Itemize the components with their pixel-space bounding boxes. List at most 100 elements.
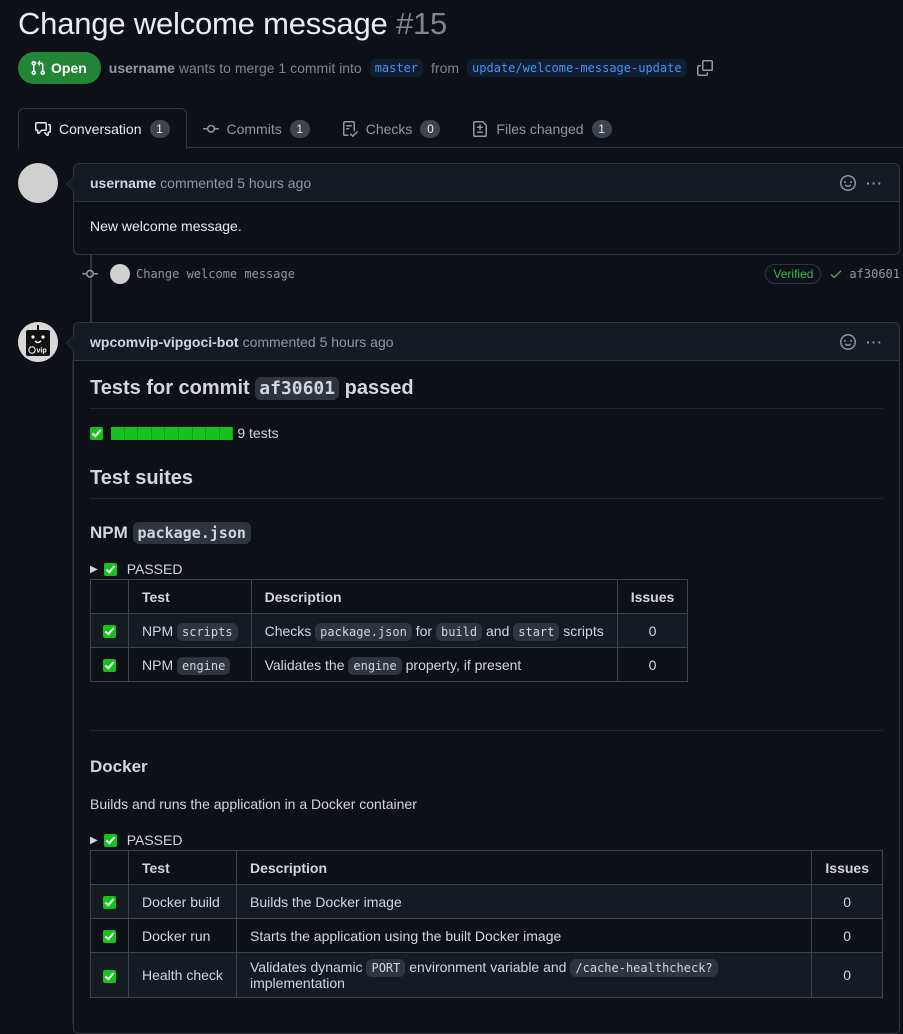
column-header: Issues bbox=[616, 579, 689, 614]
pr-number: #15 bbox=[395, 6, 448, 41]
description-cell: Validates the engine property, if presen… bbox=[250, 647, 618, 682]
progress-segment bbox=[206, 426, 220, 440]
kebab-horizontal-icon[interactable]: ··· bbox=[866, 175, 883, 191]
divider bbox=[90, 730, 883, 731]
column-header: Test bbox=[128, 579, 252, 614]
test-name-cell: NPM scripts bbox=[128, 613, 252, 648]
column-header bbox=[90, 850, 129, 885]
bot-avatar[interactable]: vip bbox=[18, 322, 58, 362]
check-mark-icon bbox=[90, 426, 103, 440]
test-name-cell: Docker build bbox=[128, 884, 237, 919]
column-header: Issues bbox=[811, 850, 883, 885]
git-commit-icon bbox=[202, 124, 219, 133]
suite-title-code: package.json bbox=[132, 522, 251, 544]
comment-body: New welcome message. bbox=[90, 218, 242, 234]
inline-code: engine bbox=[348, 656, 402, 675]
comment-meta[interactable]: commented 5 hours ago bbox=[243, 334, 394, 350]
pr-state-badge: Open bbox=[18, 52, 101, 84]
progress-label: 9 tests bbox=[237, 425, 279, 441]
smiley-icon[interactable] bbox=[840, 174, 856, 191]
copy-icon[interactable] bbox=[696, 60, 713, 76]
pr-author-link[interactable]: username bbox=[109, 60, 175, 76]
tab-conversation-count: 1 bbox=[149, 119, 170, 138]
progress-segment bbox=[151, 426, 166, 440]
column-header bbox=[90, 579, 129, 614]
status-cell bbox=[90, 647, 129, 682]
table-row: Health check Validates dynamic PORT envir… bbox=[90, 952, 883, 998]
git-pull-request-icon bbox=[31, 60, 46, 76]
table-row: NPM engine Validates the engine property,… bbox=[90, 647, 689, 682]
check-mark-icon bbox=[103, 930, 116, 944]
comment-author[interactable]: username bbox=[90, 175, 156, 191]
verified-badge[interactable]: Verified bbox=[765, 264, 822, 284]
tab-commits[interactable]: Commits 1 bbox=[187, 108, 326, 149]
tests-heading: Tests for commit af30601 passed bbox=[90, 377, 883, 409]
commit-message[interactable]: Change welcome message bbox=[136, 267, 295, 281]
tab-commits-label: Commits bbox=[226, 120, 282, 137]
progress-segment bbox=[165, 426, 179, 440]
heading-text: passed bbox=[344, 377, 414, 399]
column-header: Test bbox=[128, 850, 237, 885]
issues-cell: 0 bbox=[616, 613, 689, 648]
inline-code: PORT bbox=[366, 959, 406, 977]
comment-header: username commented 5 hours ago ··· bbox=[74, 164, 899, 202]
tab-files-changed[interactable]: Files changed 1 bbox=[456, 108, 627, 149]
inline-code: package.json bbox=[315, 622, 412, 641]
checklist-icon bbox=[342, 120, 358, 137]
smiley-icon[interactable] bbox=[840, 333, 856, 350]
table-header-row: Test Description Issues bbox=[90, 850, 883, 885]
inline-code: engine bbox=[177, 656, 231, 675]
tab-commits-count: 1 bbox=[289, 119, 310, 138]
suite-status-label: PASSED bbox=[126, 832, 183, 848]
check-mark-icon bbox=[103, 969, 116, 983]
commit-row: Change welcome message Verified af30601 bbox=[82, 262, 900, 286]
tab-checks-count: 0 bbox=[420, 119, 441, 138]
head-branch[interactable]: update/welcome-message-update bbox=[467, 59, 687, 77]
progress-segment bbox=[178, 426, 193, 440]
commit-avatar[interactable] bbox=[110, 264, 130, 284]
suite-status[interactable]: ▶ PASSED bbox=[90, 561, 883, 577]
suite-description: Builds and runs the application in a Doc… bbox=[90, 796, 417, 812]
description-cell: Validates dynamic PORT environment varia… bbox=[235, 952, 813, 998]
pr-meta: Open username wants to merge 1 commit in… bbox=[18, 52, 713, 84]
suite-status[interactable]: ▶ PASSED bbox=[90, 832, 883, 848]
progress-segment bbox=[138, 426, 152, 440]
table-row: Docker run Starts the application using t… bbox=[90, 918, 883, 953]
test-name-cell: Health check bbox=[128, 952, 237, 998]
table-header-row: Test Description Issues bbox=[90, 579, 689, 614]
comment-body: Tests for commit af30601 passed 9 tests … bbox=[74, 361, 899, 998]
kebab-horizontal-icon[interactable]: ··· bbox=[866, 334, 883, 350]
comment-meta[interactable]: commented 5 hours ago bbox=[160, 175, 311, 191]
column-header: Description bbox=[235, 850, 813, 885]
suite-title: Docker bbox=[90, 757, 148, 776]
tab-files-count: 1 bbox=[591, 119, 612, 138]
check-mark-icon bbox=[103, 625, 116, 639]
svg-text:vip: vip bbox=[37, 348, 47, 355]
triangle-right-icon[interactable]: ▶ bbox=[90, 835, 98, 846]
test-name-cell: Docker run bbox=[128, 918, 237, 953]
comment-discussion-icon bbox=[35, 121, 51, 136]
suite-table: Test Description Issues Docker build Builds … bbox=[90, 850, 883, 998]
tab-conversation[interactable]: Conversation 1 bbox=[18, 108, 187, 149]
check-mark-icon bbox=[103, 562, 117, 576]
pr-merge-text: wants to merge 1 commit into bbox=[178, 60, 362, 76]
check-mark-icon bbox=[103, 896, 116, 910]
pr-title-text: Change welcome message bbox=[18, 6, 388, 41]
comment-author[interactable]: wpcomvip-vipgoci-bot bbox=[90, 334, 239, 350]
heading-text: Tests for commit bbox=[90, 377, 250, 399]
tab-checks[interactable]: Checks 0 bbox=[326, 108, 457, 149]
check-mark-icon bbox=[103, 659, 116, 673]
suites-heading: Test suites bbox=[90, 467, 883, 499]
suite-title: NPM package.json bbox=[90, 522, 883, 544]
table-row: NPM scripts Checks package.json for build… bbox=[90, 613, 689, 648]
pr-state-label: Open bbox=[51, 60, 87, 76]
progress-segment bbox=[192, 426, 207, 440]
table-row: Docker build Builds the Docker image 0 bbox=[90, 884, 883, 919]
progress-segment bbox=[219, 426, 234, 440]
triangle-right-icon[interactable]: ▶ bbox=[90, 564, 98, 575]
avatar[interactable] bbox=[18, 163, 58, 203]
base-branch[interactable]: master bbox=[369, 59, 424, 77]
comment-2: wpcomvip-vipgoci-bot commented 5 hours a… bbox=[66, 322, 900, 1034]
commit-sha[interactable]: af30601 bbox=[849, 267, 900, 281]
status-cell bbox=[90, 952, 129, 998]
